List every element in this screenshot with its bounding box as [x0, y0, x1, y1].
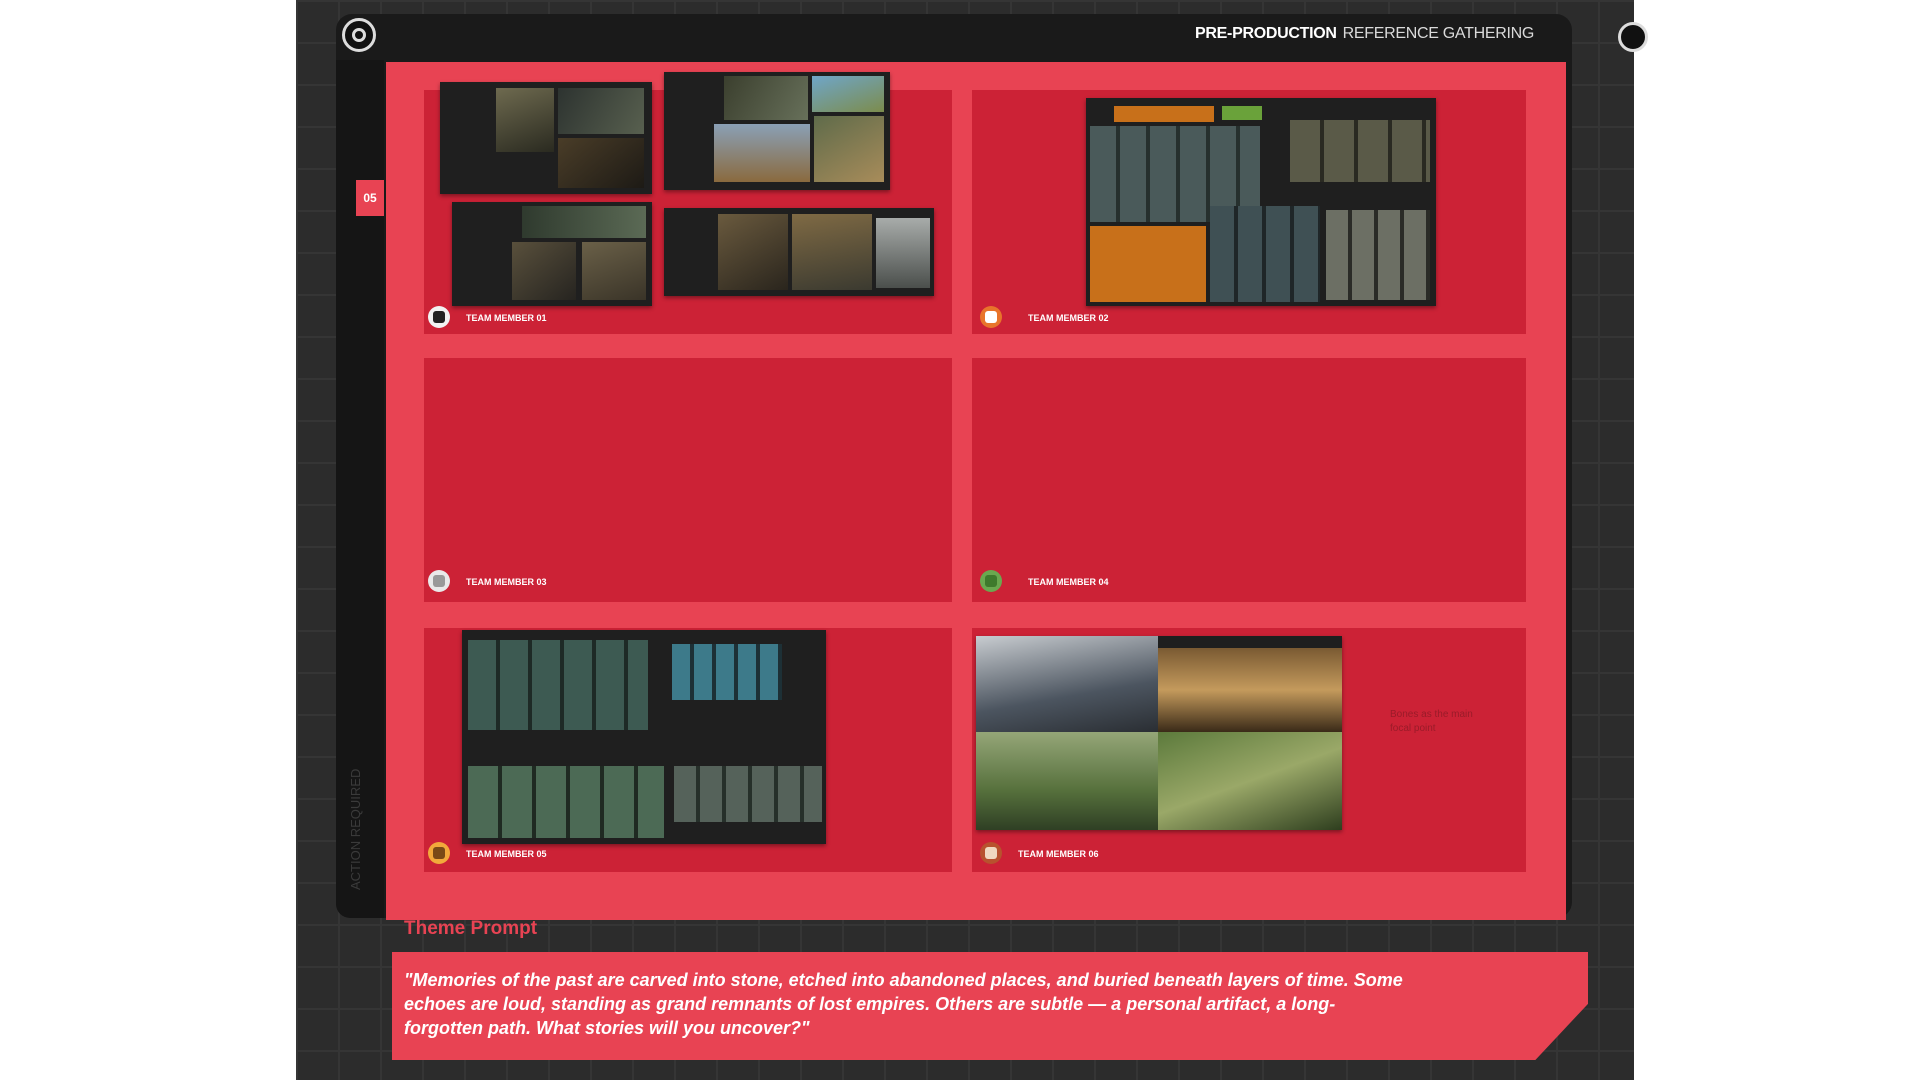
reference-image[interactable]: [976, 732, 1158, 830]
team-member-label: TEAM MEMBER 03: [466, 577, 547, 587]
theme-prompt-title: Theme Prompt: [404, 918, 538, 939]
team-member-label: TEAM MEMBER 01: [466, 313, 547, 323]
team-member-label: TEAM MEMBER 02: [1028, 313, 1109, 323]
reference-image[interactable]: [496, 88, 554, 152]
sticky-note[interactable]: [1090, 226, 1206, 302]
reference-image[interactable]: [558, 138, 644, 188]
tag-label[interactable]: [1222, 106, 1262, 120]
fox-icon-detail: [985, 311, 997, 323]
panel-team-member-04[interactable]: [972, 358, 1526, 602]
page-title: PRE-PRODUCTION REFERENCE GATHERING: [1195, 25, 1534, 43]
reference-image[interactable]: [814, 116, 884, 182]
theme-prompt-text: "Memories of the past are carved into st…: [404, 970, 1403, 1038]
page-title-subsection: REFERENCE GATHERING: [1342, 25, 1535, 42]
sticky-note[interactable]: [1114, 106, 1214, 122]
penguin-icon: [428, 306, 450, 328]
reference-card[interactable]: [1086, 98, 1436, 306]
reference-image[interactable]: [512, 242, 576, 300]
team-member-label: TEAM MEMBER 06: [1018, 849, 1099, 859]
reference-image[interactable]: [876, 218, 930, 288]
reference-image[interactable]: [672, 644, 782, 700]
reference-image[interactable]: [1210, 206, 1320, 302]
page-title-section: PRE-PRODUCTION: [1195, 25, 1337, 42]
action-required-label: ACTION REQUIRED: [348, 769, 368, 890]
mouse-icon: [428, 570, 450, 592]
reference-image[interactable]: [792, 214, 872, 290]
reference-card[interactable]: [440, 82, 652, 194]
reference-image[interactable]: [724, 76, 808, 120]
reference-image[interactable]: [976, 636, 1158, 732]
owl-icon-detail: [985, 847, 997, 859]
lion-icon-detail: [433, 847, 445, 859]
reference-image[interactable]: [1158, 732, 1342, 830]
owl-icon: [980, 842, 1002, 864]
annotation-note[interactable]: Bones as the main focal point: [1390, 708, 1480, 736]
lion-icon: [428, 842, 450, 864]
frog-icon: [980, 570, 1002, 592]
mouse-icon-detail: [433, 575, 445, 587]
team-member-label: TEAM MEMBER 05: [466, 849, 547, 859]
reference-image[interactable]: [468, 640, 648, 730]
reference-image[interactable]: [522, 206, 646, 238]
reference-image[interactable]: [1158, 648, 1342, 732]
reference-image[interactable]: [718, 214, 788, 290]
theme-prompt-box: "Memories of the past are carved into st…: [392, 952, 1588, 1060]
app-logo-icon[interactable]: [342, 18, 376, 52]
reference-image[interactable]: [468, 766, 664, 838]
team-member-label: TEAM MEMBER 04: [1028, 577, 1109, 587]
panel-team-member-03[interactable]: [424, 358, 952, 602]
reference-card[interactable]: [462, 630, 826, 844]
reference-image[interactable]: [1326, 210, 1430, 300]
reference-card[interactable]: [664, 208, 934, 296]
reference-card[interactable]: [452, 202, 652, 306]
reference-image[interactable]: [674, 766, 822, 822]
reference-image[interactable]: [1290, 120, 1430, 182]
next-board-logo-icon[interactable]: [1618, 22, 1648, 52]
reference-image[interactable]: [714, 124, 810, 182]
reference-image[interactable]: [558, 88, 644, 134]
penguin-icon-detail: [433, 311, 445, 323]
step-badge: 05: [356, 180, 384, 216]
reference-card[interactable]: [664, 72, 890, 190]
app-logo-icon-inner: [352, 28, 366, 42]
reference-image[interactable]: [812, 76, 884, 112]
frog-icon-detail: [985, 575, 997, 587]
reference-card[interactable]: [976, 636, 1342, 830]
fox-icon: [980, 306, 1002, 328]
reference-image[interactable]: [582, 242, 646, 300]
